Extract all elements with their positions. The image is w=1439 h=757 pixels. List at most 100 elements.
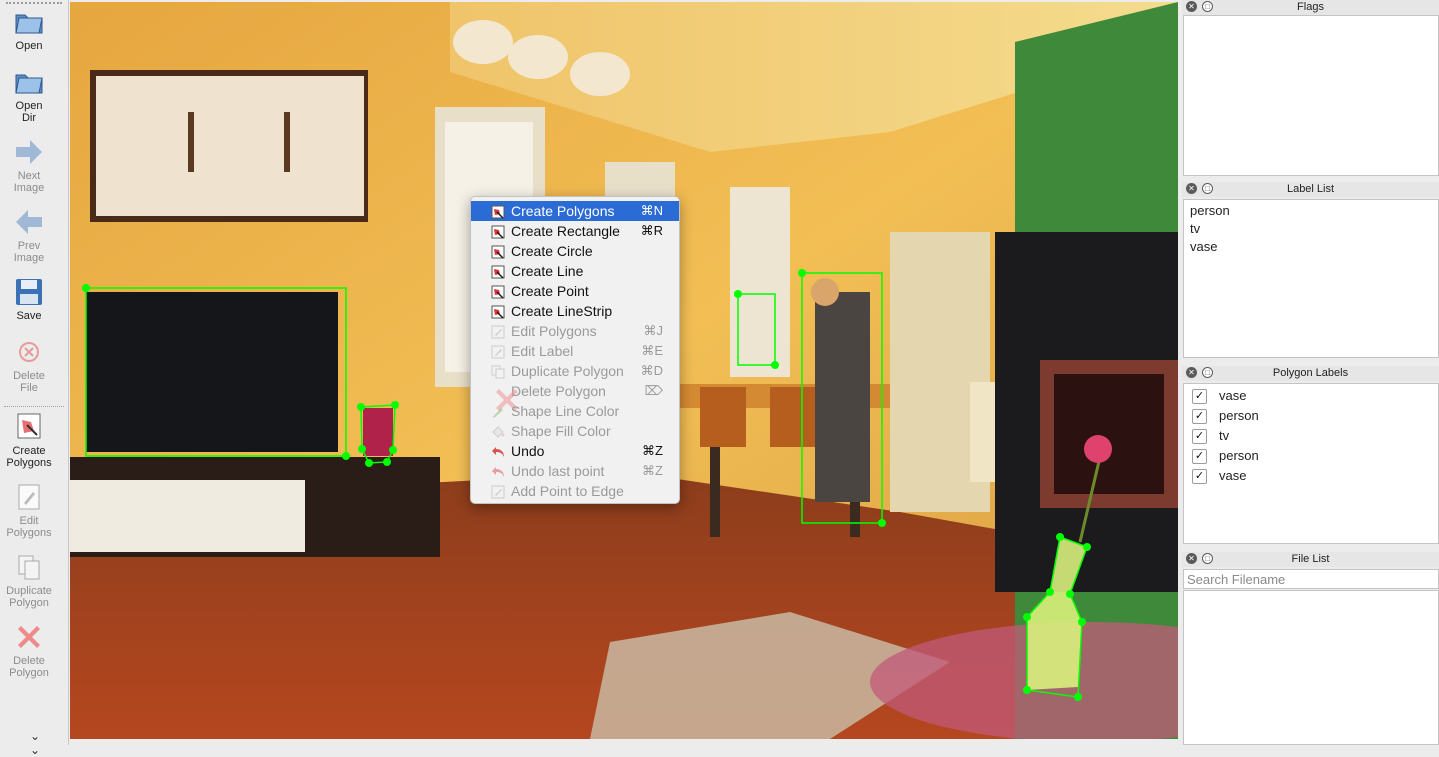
annotation-vertex[interactable] xyxy=(365,459,373,467)
toolbar-button-label: Delete Polygon xyxy=(9,655,49,679)
undo-icon xyxy=(491,444,505,458)
double-chevron-down-icon[interactable]: ⌄ ⌄ xyxy=(26,729,44,757)
annotation-vertex[interactable] xyxy=(389,446,397,454)
visibility-checkbox[interactable]: ✓ xyxy=(1192,469,1207,484)
toolbar-button-create-polygons[interactable]: Create Polygons xyxy=(0,411,58,469)
label-list-item[interactable]: vase xyxy=(1184,238,1438,256)
menu-item-create-circle[interactable]: Create Circle xyxy=(471,241,679,261)
menu-item-label: Delete Polygon xyxy=(511,383,606,399)
file-list-dock-title: ✕ □ File List xyxy=(1182,552,1439,567)
annotation-vertex[interactable] xyxy=(798,269,806,277)
context-menu[interactable]: Create Polygons ⌘N Create Rectangle ⌘R Creat… xyxy=(470,196,680,504)
toolbar-button-open-dir[interactable]: Open Dir xyxy=(0,66,58,124)
close-dock-icon[interactable]: ✕ xyxy=(1186,183,1197,194)
polygon-label-item[interactable]: ✓ person xyxy=(1184,406,1438,426)
menu-item-create-linestrip[interactable]: Create LineStrip xyxy=(471,301,679,321)
annotation-vertex[interactable] xyxy=(82,284,90,292)
polygon-label-item[interactable]: ✓ person xyxy=(1184,446,1438,466)
close-dock-icon[interactable]: ✕ xyxy=(1186,367,1197,378)
edit-icon xyxy=(491,344,505,359)
menu-item-label: Edit Label xyxy=(511,343,574,359)
annotation-vertex[interactable] xyxy=(357,403,365,411)
arrow-right-icon xyxy=(13,136,45,168)
menu-item-label: Undo xyxy=(511,443,545,459)
float-dock-icon[interactable]: □ xyxy=(1202,367,1213,378)
annotation-vertex[interactable] xyxy=(1078,618,1086,626)
polygon-label-text: person xyxy=(1219,408,1259,423)
annotation-vertex[interactable] xyxy=(1023,686,1031,694)
visibility-checkbox[interactable]: ✓ xyxy=(1192,409,1207,424)
annotation-vertex[interactable] xyxy=(734,290,742,298)
menu-item-undo-last-point[interactable]: Undo last point ⌘Z xyxy=(471,461,679,481)
close-dock-icon[interactable]: ✕ xyxy=(1186,553,1197,564)
toolbar-button-prev-image[interactable]: Prev Image xyxy=(0,206,58,264)
menu-item-create-rectangle[interactable]: Create Rectangle ⌘R xyxy=(471,221,679,241)
annotation-vertex[interactable] xyxy=(358,445,366,453)
menu-item-create-point[interactable]: Create Point xyxy=(471,281,679,301)
visibility-checkbox[interactable]: ✓ xyxy=(1192,389,1207,404)
visibility-checkbox[interactable]: ✓ xyxy=(1192,429,1207,444)
annotation-vertex[interactable] xyxy=(1074,693,1082,701)
label-list-dock: ✕ □ Label List person tv vase xyxy=(1182,182,1439,360)
annotation-vertex[interactable] xyxy=(1056,533,1064,541)
menu-item-add-point-to-edge[interactable]: Add Point to Edge xyxy=(471,481,679,501)
search-filename-input[interactable] xyxy=(1183,569,1439,589)
menu-item-label: Create LineStrip xyxy=(511,303,613,319)
annotation-vertex[interactable] xyxy=(878,519,886,527)
menu-item-label: Duplicate Polygon xyxy=(511,363,624,379)
toolbar-button-next-image[interactable]: Next Image xyxy=(0,136,58,194)
polygon-label-item[interactable]: ✓ tv xyxy=(1184,426,1438,446)
menu-item-create-line[interactable]: Create Line xyxy=(471,261,679,281)
annotation-vertex[interactable] xyxy=(1046,588,1054,596)
floppy-disk-icon xyxy=(13,276,45,308)
toolbar-button-label: Next Image xyxy=(13,170,45,194)
menu-item-duplicate-polygon[interactable]: Duplicate Polygon ⌘D xyxy=(471,361,679,381)
annotation-vertex[interactable] xyxy=(1023,613,1031,621)
annotation-vertex[interactable] xyxy=(1066,590,1074,598)
red-x-icon xyxy=(491,384,518,411)
duplicate-icon xyxy=(13,551,45,583)
toolbar-button-label: Prev Image xyxy=(13,240,45,264)
menu-item-shape-line-color[interactable]: Shape Line Color xyxy=(471,401,679,421)
label-list-item[interactable]: person xyxy=(1184,202,1438,220)
toolbar-button-open[interactable]: Open xyxy=(0,6,58,52)
toolbar-button-duplicate-polygon[interactable]: Duplicate Polygon xyxy=(0,551,58,609)
edit-icon xyxy=(491,484,505,499)
visibility-checkbox[interactable]: ✓ xyxy=(1192,449,1207,464)
red-x-icon xyxy=(13,621,45,653)
annotation-vertex[interactable] xyxy=(1083,543,1091,551)
menu-item-shape-fill-color[interactable]: Shape Fill Color xyxy=(471,421,679,441)
toolbar-button-save[interactable]: Save xyxy=(0,276,58,322)
polygon-label-text: person xyxy=(1219,448,1259,463)
toolbar-button-label: Open xyxy=(15,40,43,52)
flags-panel xyxy=(1183,15,1439,176)
polygon-label-item[interactable]: ✓ vase xyxy=(1184,466,1438,486)
annotation-vertex[interactable] xyxy=(391,401,399,409)
draw-icon xyxy=(491,204,505,219)
menu-item-create-polygons[interactable]: Create Polygons ⌘N xyxy=(471,201,679,221)
float-dock-icon[interactable]: □ xyxy=(1202,183,1213,194)
float-dock-icon[interactable]: □ xyxy=(1202,1,1213,12)
draw-icon xyxy=(491,244,505,259)
menu-item-undo[interactable]: Undo ⌘Z xyxy=(471,441,679,461)
annotation-vertex[interactable] xyxy=(342,452,350,460)
file-list[interactable] xyxy=(1183,590,1439,745)
folder-icon xyxy=(13,6,45,38)
polygon-label-item[interactable]: ✓ vase xyxy=(1184,386,1438,406)
toolbar-button-delete-file[interactable]: Delete File xyxy=(0,336,58,394)
toolbar-button-delete-polygon[interactable]: Delete Polygon xyxy=(0,621,58,679)
annotation-vertex[interactable] xyxy=(771,361,779,369)
edit-polygon-icon xyxy=(13,481,45,513)
annotation-vertex[interactable] xyxy=(383,458,391,466)
menu-item-delete-polygon[interactable]: Delete Polygon ⌦ xyxy=(471,381,679,411)
toolbar-button-edit-polygons[interactable]: Edit Polygons xyxy=(0,481,58,539)
float-dock-icon[interactable]: □ xyxy=(1202,553,1213,564)
tool-bar: Open Open Dir Next Image Prev Image Save Dele… xyxy=(0,0,69,757)
menu-item-edit-label[interactable]: Edit Label ⌘E xyxy=(471,341,679,361)
menu-item-edit-polygons[interactable]: Edit Polygons ⌘J xyxy=(471,321,679,341)
label-list-item[interactable]: tv xyxy=(1184,220,1438,238)
menu-item-label: Add Point to Edge xyxy=(511,483,624,499)
flags-dock: ✕ □ Flags xyxy=(1182,0,1439,177)
close-dock-icon[interactable]: ✕ xyxy=(1186,1,1197,12)
menu-item-shortcut: ⌘J xyxy=(643,323,664,338)
